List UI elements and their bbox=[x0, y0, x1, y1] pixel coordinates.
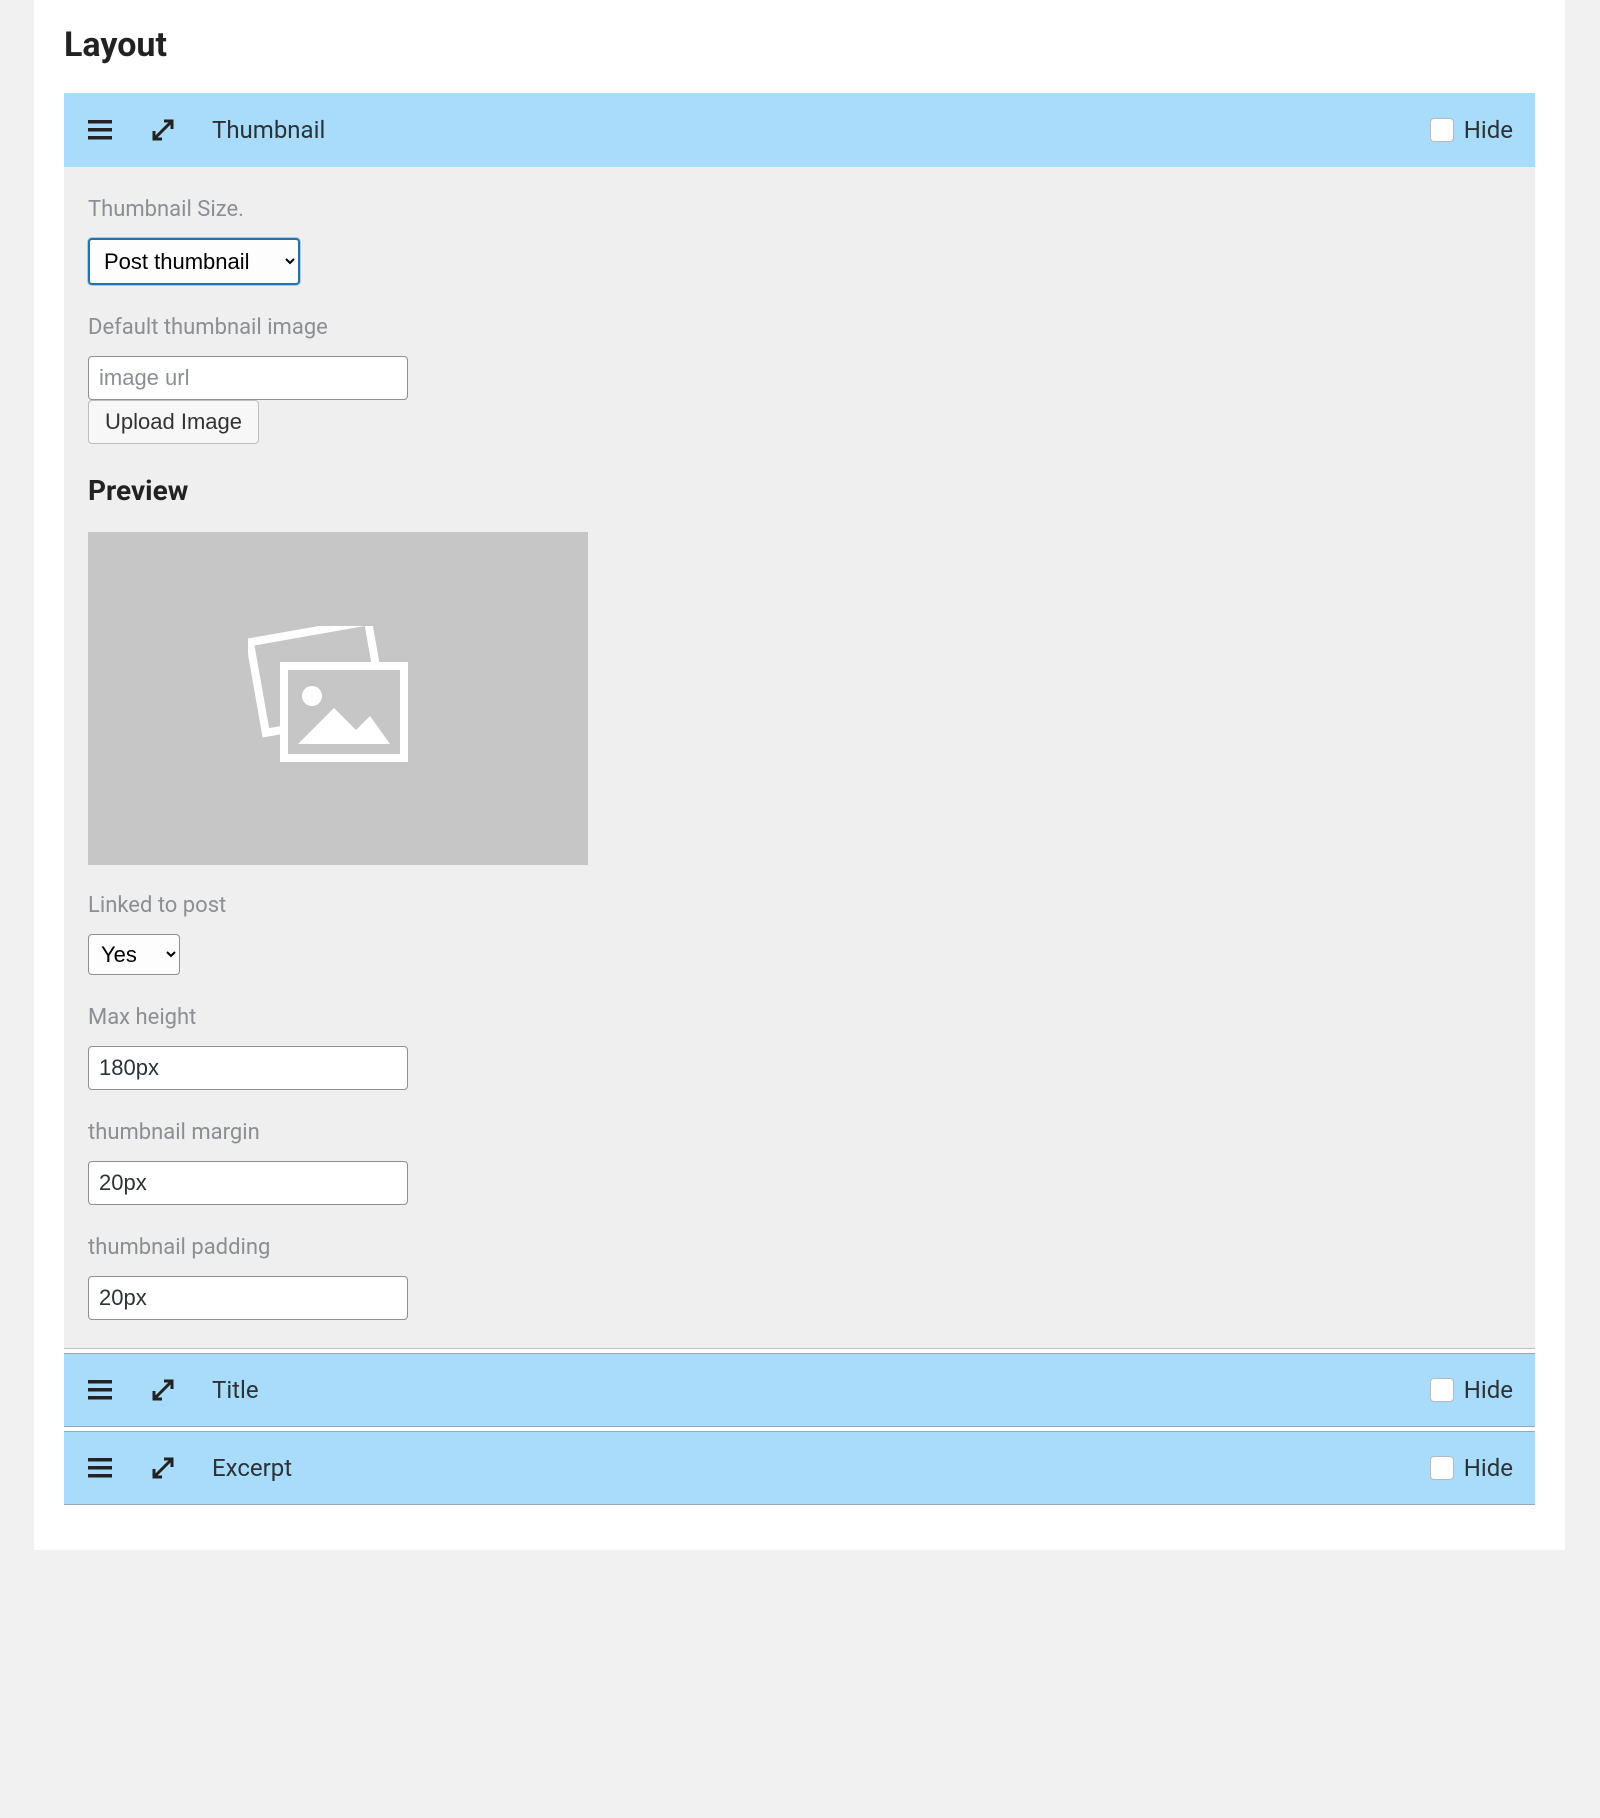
thumb-margin-label: thumbnail margin bbox=[88, 1120, 1511, 1145]
layout-heading: Layout bbox=[64, 0, 1535, 93]
drag-handle-icon[interactable] bbox=[86, 1454, 114, 1482]
expand-icon[interactable] bbox=[149, 116, 177, 144]
thumbnail-size-select[interactable]: Post thumbnail bbox=[88, 238, 300, 285]
field-thumb-padding: thumbnail padding bbox=[88, 1235, 1511, 1320]
hide-toggle-excerpt[interactable]: Hide bbox=[1430, 1454, 1513, 1482]
field-max-height: Max height bbox=[88, 1005, 1511, 1090]
thumb-padding-input[interactable] bbox=[88, 1276, 408, 1320]
section-title-thumbnail: Thumbnail bbox=[212, 116, 1430, 144]
thumbnail-size-label: Thumbnail Size. bbox=[88, 197, 1511, 222]
default-image-label: Default thumbnail image bbox=[88, 315, 1511, 340]
thumb-margin-input[interactable] bbox=[88, 1161, 408, 1205]
hide-label-title: Hide bbox=[1464, 1376, 1513, 1404]
hide-checkbox-thumbnail[interactable] bbox=[1430, 118, 1454, 142]
upload-image-button[interactable]: Upload Image bbox=[88, 400, 259, 444]
hide-label-thumbnail: Hide bbox=[1464, 116, 1513, 144]
section-header-thumbnail[interactable]: Thumbnail Hide bbox=[64, 93, 1535, 167]
hide-toggle-title[interactable]: Hide bbox=[1430, 1376, 1513, 1404]
field-thumbnail-size: Thumbnail Size. Post thumbnail bbox=[88, 197, 1511, 285]
hide-checkbox-title[interactable] bbox=[1430, 1378, 1454, 1402]
field-thumb-margin: thumbnail margin bbox=[88, 1120, 1511, 1205]
default-image-input[interactable] bbox=[88, 356, 408, 400]
field-linked: Linked to post Yes bbox=[88, 893, 1511, 975]
section-header-title[interactable]: Title Hide bbox=[64, 1353, 1535, 1427]
drag-handle-icon[interactable] bbox=[86, 116, 114, 144]
expand-icon[interactable] bbox=[149, 1454, 177, 1482]
section-title-title: Title bbox=[212, 1376, 1430, 1404]
max-height-label: Max height bbox=[88, 1005, 1511, 1030]
layout-panel: Layout Thumbnail Hide bbox=[34, 0, 1566, 1550]
preview-image-placeholder bbox=[88, 532, 588, 865]
preview-heading: Preview bbox=[88, 474, 1511, 507]
thumb-padding-label: thumbnail padding bbox=[88, 1235, 1511, 1260]
expand-icon[interactable] bbox=[149, 1376, 177, 1404]
hide-toggle-thumbnail[interactable]: Hide bbox=[1430, 116, 1513, 144]
linked-label: Linked to post bbox=[88, 893, 1511, 918]
field-default-image: Default thumbnail image Upload Image bbox=[88, 315, 1511, 444]
hide-checkbox-excerpt[interactable] bbox=[1430, 1456, 1454, 1480]
drag-handle-icon[interactable] bbox=[86, 1376, 114, 1404]
section-body-thumbnail: Thumbnail Size. Post thumbnail Default t… bbox=[64, 167, 1535, 1349]
hide-label-excerpt: Hide bbox=[1464, 1454, 1513, 1482]
page: Layout Thumbnail Hide bbox=[0, 0, 1600, 1550]
max-height-input[interactable] bbox=[88, 1046, 408, 1090]
linked-select[interactable]: Yes bbox=[88, 934, 180, 975]
section-title-excerpt: Excerpt bbox=[212, 1454, 1430, 1482]
section-header-excerpt[interactable]: Excerpt Hide bbox=[64, 1431, 1535, 1505]
image-placeholder-icon bbox=[248, 626, 428, 771]
